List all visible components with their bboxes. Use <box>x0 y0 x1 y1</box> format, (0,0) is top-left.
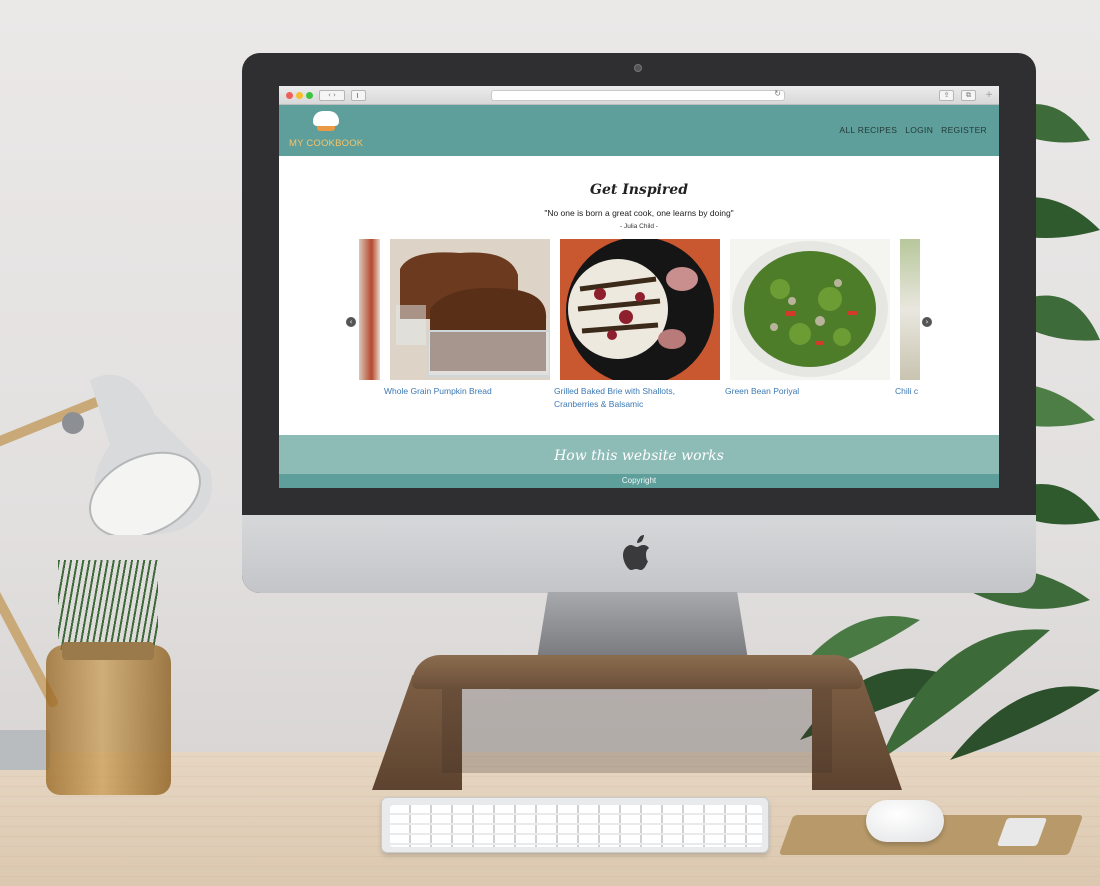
main-nav: ALL RECIPES LOGIN REGISTER <box>839 125 987 135</box>
apple-logo-icon <box>621 532 657 574</box>
recipe-image-pumpkin-bread[interactable] <box>390 239 550 380</box>
nav-all-recipes[interactable]: ALL RECIPES <box>839 125 897 135</box>
arrow-right-icon[interactable]: › <box>922 317 932 327</box>
jar-lid <box>62 642 154 660</box>
reload-icon[interactable]: ↻ <box>774 89 781 98</box>
keyboard-keys <box>390 805 762 847</box>
recipe-image-grilled-brie[interactable] <box>560 239 720 380</box>
wooden-monitor-riser <box>372 655 902 790</box>
grass-plant <box>58 560 158 650</box>
zoom-window-button[interactable] <box>306 92 313 99</box>
quote-text: "No one is born a great cook, one learns… <box>544 208 734 218</box>
recipe-image-partial-left[interactable] <box>359 239 380 380</box>
tabs-button[interactable]: ⧉ <box>961 90 976 101</box>
how-it-works-title: How this website works <box>554 448 724 464</box>
section-title: Get Inspired <box>590 182 688 198</box>
recipe-title-partial-right[interactable]: Chili c <box>895 385 925 398</box>
recipe-title-green-bean-poriyal[interactable]: Green Bean Poriyal <box>725 385 875 398</box>
recipe-image-partial-right[interactable] <box>900 239 920 380</box>
sidebar-toggle-button[interactable] <box>351 90 366 101</box>
lamp-shade <box>89 374 212 535</box>
quote-author: - Julia Child - <box>620 223 658 230</box>
recipe-title-pumpkin-bread[interactable]: Whole Grain Pumpkin Bread <box>384 385 534 398</box>
screen: ‹ › ↻ ⇪ ⧉ + MY COOKBOOK ALL RECIPES LOGI… <box>279 86 999 488</box>
recipe-title-grilled-brie[interactable]: Grilled Baked Brie with Shallots, Cranbe… <box>554 385 714 411</box>
riser-shadow <box>442 689 832 773</box>
recipe-image-green-bean-poriyal[interactable] <box>730 239 890 380</box>
arrow-left-icon[interactable]: ‹ <box>346 317 356 327</box>
chef-hat-icon <box>313 111 339 133</box>
new-tab-button[interactable]: + <box>983 90 995 101</box>
lamp-base <box>0 730 50 770</box>
minimize-window-button[interactable] <box>296 92 303 99</box>
site-logo[interactable]: MY COOKBOOK <box>289 109 369 153</box>
riser-top <box>412 655 862 689</box>
share-button[interactable]: ⇪ <box>939 90 954 101</box>
back-forward-buttons[interactable]: ‹ › <box>319 90 345 101</box>
keyboard <box>381 797 769 853</box>
browser-toolbar: ‹ › ↻ ⇪ ⧉ + <box>279 86 999 105</box>
mouse <box>866 800 944 842</box>
copyright-text: Copyright <box>621 476 657 485</box>
camera-icon <box>634 64 642 72</box>
close-window-button[interactable] <box>286 92 293 99</box>
glass-jar <box>46 645 171 795</box>
nav-register[interactable]: REGISTER <box>941 125 987 135</box>
nav-login[interactable]: LOGIN <box>905 125 933 135</box>
recipe-carousel: Whole Grain Pumpkin Bread Grilled Baked … <box>279 239 999 419</box>
site-header: MY COOKBOOK ALL RECIPES LOGIN REGISTER <box>279 105 999 156</box>
logo-text: MY COOKBOOK <box>289 138 364 149</box>
address-bar[interactable]: ↻ <box>491 89 785 101</box>
